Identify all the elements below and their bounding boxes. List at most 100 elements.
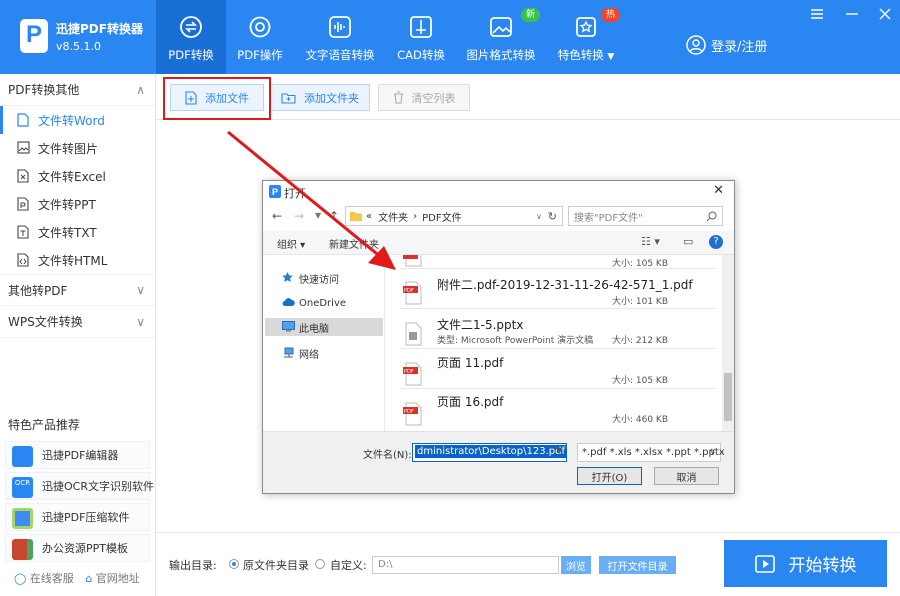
browse-button[interactable]: 浏览: [561, 556, 591, 574]
user-icon: [686, 35, 706, 55]
file-list-scrollbar[interactable]: [722, 255, 734, 431]
radio-source-folder[interactable]: [229, 559, 239, 569]
sidebar-item-to-excel[interactable]: 文件转Excel: [0, 162, 155, 190]
pdf-file-icon: PDF: [403, 362, 422, 386]
breadcrumb-folder[interactable]: 文件夹: [378, 209, 408, 224]
breadcrumb-more: «: [366, 210, 373, 222]
back-arrow-icon[interactable]: ←: [272, 209, 282, 223]
refresh-icon[interactable]: ↻: [548, 210, 557, 223]
pdf-file-icon: [403, 255, 422, 267]
sidebar-item-to-txt[interactable]: 文件转TXT: [0, 218, 155, 246]
cancel-button[interactable]: 取消: [654, 467, 719, 485]
preview-pane-icon[interactable]: ▭: [683, 235, 693, 248]
radio-source-label: 原文件夹目录: [243, 559, 309, 572]
sidebar-item-to-image[interactable]: 文件转图片: [0, 134, 155, 162]
ppt-template-icon: [12, 539, 33, 560]
footer-links: ◯ 在线客服 ⌂ 官网地址: [14, 570, 140, 586]
open-button[interactable]: 打开(O): [577, 467, 642, 485]
sidebar-item-to-html[interactable]: 文件转HTML: [0, 246, 155, 274]
open-folder-button[interactable]: 打开文件目录: [599, 556, 676, 574]
file-item[interactable]: PDF 页面 16.pdf 大小: 460 KB: [400, 390, 716, 430]
computer-icon: [282, 321, 295, 332]
filetype-select[interactable]: *.pdf *.xls *.xlsx *.ppt *.pptx ∨: [577, 443, 725, 462]
minimize-icon[interactable]: [845, 7, 859, 21]
menu-icon[interactable]: [810, 7, 824, 21]
nav-this-pc[interactable]: 此电脑: [265, 318, 383, 336]
star-box-icon: [576, 17, 596, 37]
radio-custom[interactable]: [315, 559, 325, 569]
breadcrumb-pdf-folder[interactable]: PDF文件: [422, 209, 461, 224]
recommend-ocr[interactable]: OCR 迅捷OCR文字识别软件: [5, 472, 154, 500]
filename-dropdown-icon[interactable]: ▼: [556, 446, 562, 455]
up-arrow-icon[interactable]: ↑: [329, 209, 339, 223]
sidebar-item-to-word[interactable]: 文件转Word: [0, 106, 155, 134]
dialog-nav-pane: 快速访问 OneDrive 此电脑 网络: [263, 257, 385, 431]
file-item[interactable]: 大小: 105 KB: [400, 255, 716, 269]
file-item[interactable]: PDF 附件二.pdf-2019-12-31-11-26-42-571_1.pd…: [400, 269, 716, 309]
tab-pdf-operate[interactable]: PDF操作: [226, 0, 294, 74]
output-path-input[interactable]: D:\: [372, 556, 559, 574]
pdf-editor-icon: [12, 446, 33, 467]
html-doc-icon: [17, 253, 29, 267]
address-bar[interactable]: « 文件夹 › PDF文件 ∨ ↻: [345, 206, 563, 226]
clear-list-button[interactable]: 清空列表: [378, 84, 470, 111]
address-dropdown-icon[interactable]: ∨: [536, 212, 542, 221]
tab-image-format[interactable]: 图片格式转换 新: [456, 0, 546, 74]
search-icon: [706, 211, 717, 222]
new-folder-button[interactable]: 新建文件夹: [329, 236, 379, 251]
trash-icon: [393, 91, 403, 104]
file-toolbar: 添加文件 添加文件夹 清空列表: [156, 74, 900, 120]
recommend-ppt-template[interactable]: 办公资源PPT模板: [5, 534, 150, 562]
online-service-link[interactable]: ◯ 在线客服: [14, 572, 74, 585]
sidebar-section-wps[interactable]: WPS文件转换 ∨: [0, 306, 155, 338]
close-icon[interactable]: [878, 7, 892, 21]
nav-quick-access[interactable]: 快速访问: [265, 269, 383, 287]
website-link[interactable]: ⌂ 官网地址: [85, 572, 139, 585]
recommend-pdf-compress[interactable]: 迅捷PDF压缩软件: [5, 503, 150, 531]
star-icon: [282, 272, 293, 282]
compress-icon: [12, 508, 33, 529]
nav-onedrive[interactable]: OneDrive: [265, 294, 383, 312]
pptx-file-icon: [405, 322, 422, 346]
tab-text-speech[interactable]: 文字语音转换: [294, 0, 386, 74]
title-bar: P 迅捷PDF转换器 v8.5.1.0 PDF转换 PDF操作 文字语音转换 C…: [0, 0, 900, 74]
app-logo-icon: P: [20, 19, 48, 53]
forward-arrow-icon[interactable]: →: [294, 209, 304, 223]
nav-network[interactable]: 网络: [265, 344, 383, 362]
sidebar: PDF转换其他 ∧ 文件转Word 文件转图片 文件转Excel 文件转PPT 文…: [0, 74, 156, 596]
help-icon[interactable]: ?: [709, 235, 723, 249]
sidebar-section-pdf-other[interactable]: PDF转换其他 ∧: [0, 74, 155, 106]
svg-text:PDF: PDF: [404, 369, 414, 375]
pdf-file-icon: PDF: [403, 402, 422, 426]
tab-special-convert[interactable]: 特色转换 ▼ 热: [546, 0, 626, 74]
chevron-down-icon: ∨: [136, 283, 145, 297]
login-link[interactable]: 登录/注册: [686, 35, 767, 55]
search-input[interactable]: 搜索"PDF文件": [568, 206, 723, 226]
dialog-close-icon[interactable]: ✕: [713, 183, 724, 198]
tab-pdf-convert[interactable]: PDF转换: [156, 0, 226, 74]
recent-dropdown-icon[interactable]: ▼: [315, 211, 321, 220]
add-folder-button[interactable]: 添加文件夹: [270, 84, 370, 111]
audio-wave-icon: [329, 16, 351, 38]
file-item[interactable]: 文件二1-5.pptx 类型: Microsoft PowerPoint 演示文…: [400, 310, 716, 349]
word-doc-icon: [17, 113, 29, 127]
svg-text:PDF: PDF: [404, 288, 414, 294]
sidebar-item-to-ppt[interactable]: 文件转PPT: [0, 190, 155, 218]
start-convert-button[interactable]: 开始转换: [724, 540, 887, 587]
organize-menu[interactable]: 组织 ▾: [277, 236, 305, 251]
tab-cad-convert[interactable]: CAD转换: [386, 0, 456, 74]
filename-input[interactable]: dministrator\Desktop\123.pdf: [412, 443, 567, 462]
open-file-dialog: P 打开 ✕ ← → ▼ ↑ « 文件夹 › PDF文件 ∨ ↻ 搜索"PDF文…: [262, 180, 735, 494]
sidebar-section-to-pdf[interactable]: 其他转PDF ∨: [0, 274, 155, 306]
image-icon: [490, 17, 512, 37]
radio-custom-label: 自定义:: [330, 559, 367, 572]
view-options-icon[interactable]: ☷ ▾: [641, 235, 660, 248]
svg-text:P: P: [272, 187, 278, 197]
folder-icon: [350, 212, 362, 221]
file-item[interactable]: PDF 页面 11.pdf 大小: 105 KB: [400, 350, 716, 389]
add-folder-icon: [281, 92, 296, 104]
recommend-pdf-editor[interactable]: 迅捷PDF编辑器: [5, 441, 150, 469]
chevron-down-icon: ∨: [709, 447, 716, 457]
breadcrumb-separator: ›: [413, 210, 418, 222]
scrollbar-thumb[interactable]: [724, 373, 732, 421]
